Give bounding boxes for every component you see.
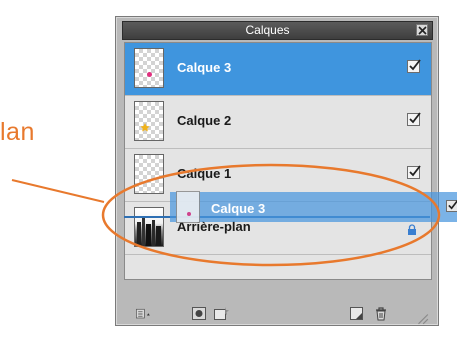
layer-thumbnail [134, 207, 164, 247]
layer-name: Calque 1 [177, 166, 232, 181]
layer-name: Calque 2 [177, 113, 232, 128]
panel-toolbar [122, 305, 431, 325]
close-icon[interactable] [416, 24, 428, 36]
layer-thumbnail [134, 48, 164, 88]
ghost-visibility-checkbox [446, 199, 457, 212]
annotation-label: lan [0, 118, 35, 146]
visibility-checkbox[interactable] [407, 112, 421, 126]
layer-row-calque-2[interactable]: Calque 2 [125, 96, 431, 149]
layer-name: Calque 3 [177, 60, 232, 75]
annotation-pointer-line [11, 179, 105, 203]
visibility-checkbox[interactable] [407, 59, 421, 73]
delete-layer-icon[interactable] [374, 307, 390, 321]
ghost-thumbnail [176, 191, 200, 223]
dragged-layer-ghost[interactable]: Calque 3 [170, 191, 457, 223]
layer-options-menu-icon[interactable] [136, 307, 152, 321]
layers-panel: Calques Calque 3 Calque 2 Calque 1 Arriè… [115, 16, 439, 326]
ghost-layer-name: Calque 3 [211, 201, 266, 216]
resize-grip-icon[interactable] [414, 311, 430, 325]
layer-row-calque-3[interactable]: Calque 3 [125, 43, 431, 96]
panel-titlebar[interactable]: Calques [122, 21, 433, 40]
new-adjustment-layer-icon[interactable] [214, 307, 230, 321]
panel-title: Calques [245, 23, 290, 37]
new-layer-icon[interactable] [350, 307, 366, 321]
layers-list: Calque 3 Calque 2 Calque 1 Arrière-plan [124, 42, 432, 280]
layer-thumbnail [134, 101, 164, 141]
layer-thumbnail [134, 154, 164, 194]
lock-icon [408, 224, 416, 235]
visibility-checkbox[interactable] [407, 165, 421, 179]
add-mask-icon[interactable] [192, 307, 208, 321]
